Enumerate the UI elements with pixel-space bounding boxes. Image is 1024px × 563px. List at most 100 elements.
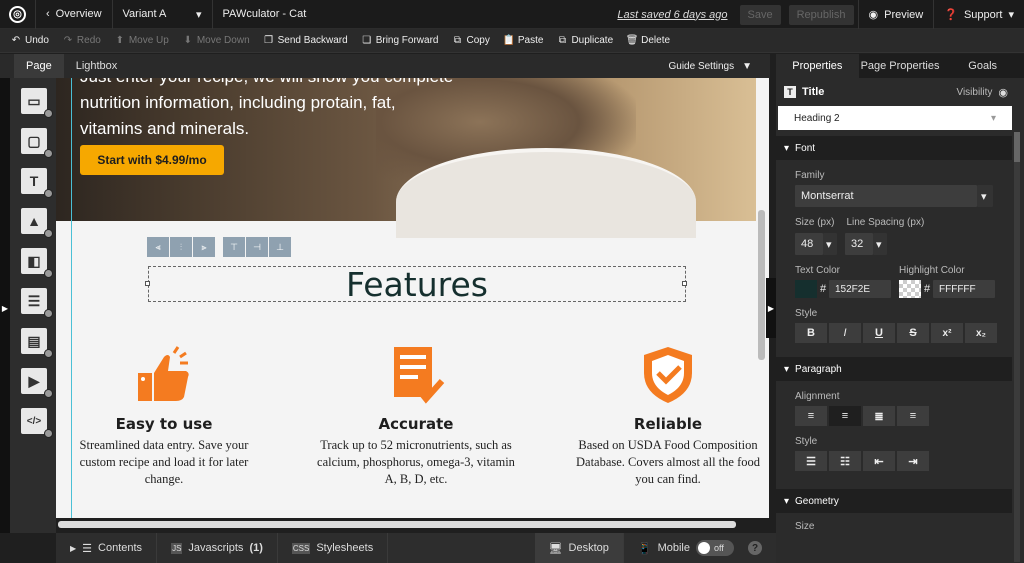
bold-button[interactable]: B [795,323,827,343]
underline-button[interactable]: U [863,323,895,343]
canvas-horizontal-scrollbar[interactable] [58,521,736,528]
form-widget[interactable]: ▤ [21,328,53,358]
panel-scroll-thumb[interactable] [1014,132,1020,162]
align-justify-icon[interactable]: ≣ [863,406,895,426]
image-widget[interactable]: ▲ [21,208,53,238]
align-top-icon[interactable]: ⊤ [223,237,245,257]
monitor-icon: 🖥 [548,542,563,555]
resize-handle-left[interactable] [145,281,150,286]
delete-button[interactable]: 🗑 Delete [620,35,677,46]
subscript-button[interactable]: x₂ [965,323,997,343]
superscript-button[interactable]: x² [931,323,963,343]
move-down-button[interactable]: ⬇ Move Down [176,35,257,46]
preview-button[interactable]: ◉ Preview [857,0,935,29]
button-icon: ◧ [27,252,41,269]
resize-handle-right[interactable] [682,281,687,286]
align-left-icon[interactable]: ≡ [795,406,827,426]
page-canvas[interactable]: Just enter your recipe, we will show you… [56,78,769,518]
color-inputs: #152F2E # FFFFFF [795,280,1024,298]
list-widget[interactable]: ☰ [21,288,53,318]
align-middle-icon[interactable]: ⊣ [246,237,268,257]
indent-icon[interactable]: ⇥ [897,451,929,471]
button-widget[interactable]: ◧ [21,248,53,278]
italic-button[interactable]: I [829,323,861,343]
text-color-swatch[interactable] [795,280,817,298]
outdent-icon[interactable]: ⇤ [863,451,895,471]
paste-button[interactable]: 📋 Paste [497,35,551,46]
align-right-icon[interactable]: ⫸ [193,237,215,257]
hero-section[interactable]: Just enter your recipe, we will show you… [56,78,756,238]
highlight-color-swatch[interactable] [899,280,921,298]
box-widget[interactable]: ▢ [21,128,53,158]
bring-forward-button[interactable]: ❏ Bring Forward [355,35,446,46]
stylesheets-label: Stylesheets [316,542,374,554]
trash-icon: 🗑 [625,35,639,46]
move-up-button[interactable]: ⬆ Move Up [108,35,176,46]
send-backward-button[interactable]: ❐ Send Backward [257,35,355,46]
heading-level-select[interactable]: Heading 2 ▾ [778,106,1012,130]
video-widget[interactable]: ▶ [21,368,53,398]
color-row: Text Color Highlight Color [795,265,1024,276]
redo-button[interactable]: ↷ Redo [56,35,108,46]
collapse-left-handle[interactable]: ▶ [0,278,10,338]
panel-scrollbar[interactable] [1014,132,1020,562]
align-bottom-icon[interactable]: ⊥ [269,237,291,257]
copy-button[interactable]: ⧉ Copy [446,35,497,46]
support-menu[interactable]: ❓ Support ▾ [934,0,1024,29]
collapse-right-handle[interactable]: ▶ [766,278,776,338]
align-center-icon[interactable]: ≡ [829,406,861,426]
save-button[interactable]: Save [739,4,781,25]
tab-goals[interactable]: Goals [941,54,1024,78]
caret-down-icon: ▾ [990,112,996,124]
align-right-icon[interactable]: ≡ [897,406,929,426]
more-dot [44,269,53,278]
mobile-toggle[interactable]: off [696,540,734,556]
size-select[interactable]: 48 ▾ [795,233,837,255]
hero-text[interactable]: Just enter your recipe, we will show you… [80,78,460,142]
guide-settings-menu[interactable]: Guide Settings ▼ [668,54,752,78]
help-icon[interactable]: ? [748,541,762,555]
text-color-input[interactable]: #152F2E [795,280,891,298]
eye-icon[interactable]: ◉ [998,86,1008,99]
font-section-header[interactable]: ▾ Font [776,136,1012,160]
undo-button[interactable]: ↶ Undo [4,35,56,46]
align-center-icon[interactable]: ⫶ [170,237,192,257]
contents-button[interactable]: ▶ ☰ Contents [56,533,158,563]
republish-button[interactable]: Republish [788,4,854,25]
cta-button[interactable]: Start with $4.99/mo [80,145,224,175]
back-to-overview-link[interactable]: ‹ Overview [36,0,113,29]
geometry-section-header[interactable]: ▾ Geometry [776,489,1012,513]
stylesheets-button[interactable]: CSS Stylesheets [278,533,389,563]
more-dot [44,109,53,118]
section-widget[interactable]: ▭ [21,88,53,118]
highlight-color-input[interactable]: # FFFFFF [899,280,995,298]
tab-page-properties[interactable]: Page Properties [859,54,942,78]
element-header: T Title Visibility ◉ [776,80,1016,104]
send-backward-label: Send Backward [277,35,348,46]
desktop-view-button[interactable]: 🖥 Desktop [534,533,624,563]
editor-tabs: Page Lightbox Guide Settings ▼ [0,54,770,78]
mobile-label: Mobile [657,542,690,554]
bullet-list-icon[interactable]: ☰ [795,451,827,471]
variant-selector[interactable]: Variant A ▾ [113,0,213,29]
family-select[interactable]: Montserrat ▾ [795,185,993,207]
features-title[interactable]: Features [148,265,686,304]
line-spacing-select[interactable]: 32 ▾ [845,233,887,255]
tab-lightbox[interactable]: Lightbox [64,54,130,78]
strikethrough-button[interactable]: S [897,323,929,343]
paragraph-section-header[interactable]: ▾ Paragraph [776,357,1012,381]
canvas-vertical-scrollbar[interactable] [758,210,765,360]
align-left-icon[interactable]: ⫷ [147,237,169,257]
feature-title: Reliable [633,415,703,433]
text-widget[interactable]: T [21,168,53,198]
last-saved-link[interactable]: Last saved 6 days ago [609,9,735,21]
caret-down-icon: ▾ [823,233,837,255]
app-logo[interactable]: ◎ [0,0,36,29]
javascripts-button[interactable]: JS Javascripts (1) [157,533,278,563]
mobile-view-button[interactable]: 📱 Mobile off ? [624,533,776,563]
tab-page[interactable]: Page [14,54,64,78]
duplicate-button[interactable]: ⧉ Duplicate [550,35,620,46]
numbered-list-icon[interactable]: ☷ [829,451,861,471]
tab-properties[interactable]: Properties [776,54,859,78]
code-widget[interactable]: </> [21,408,53,438]
